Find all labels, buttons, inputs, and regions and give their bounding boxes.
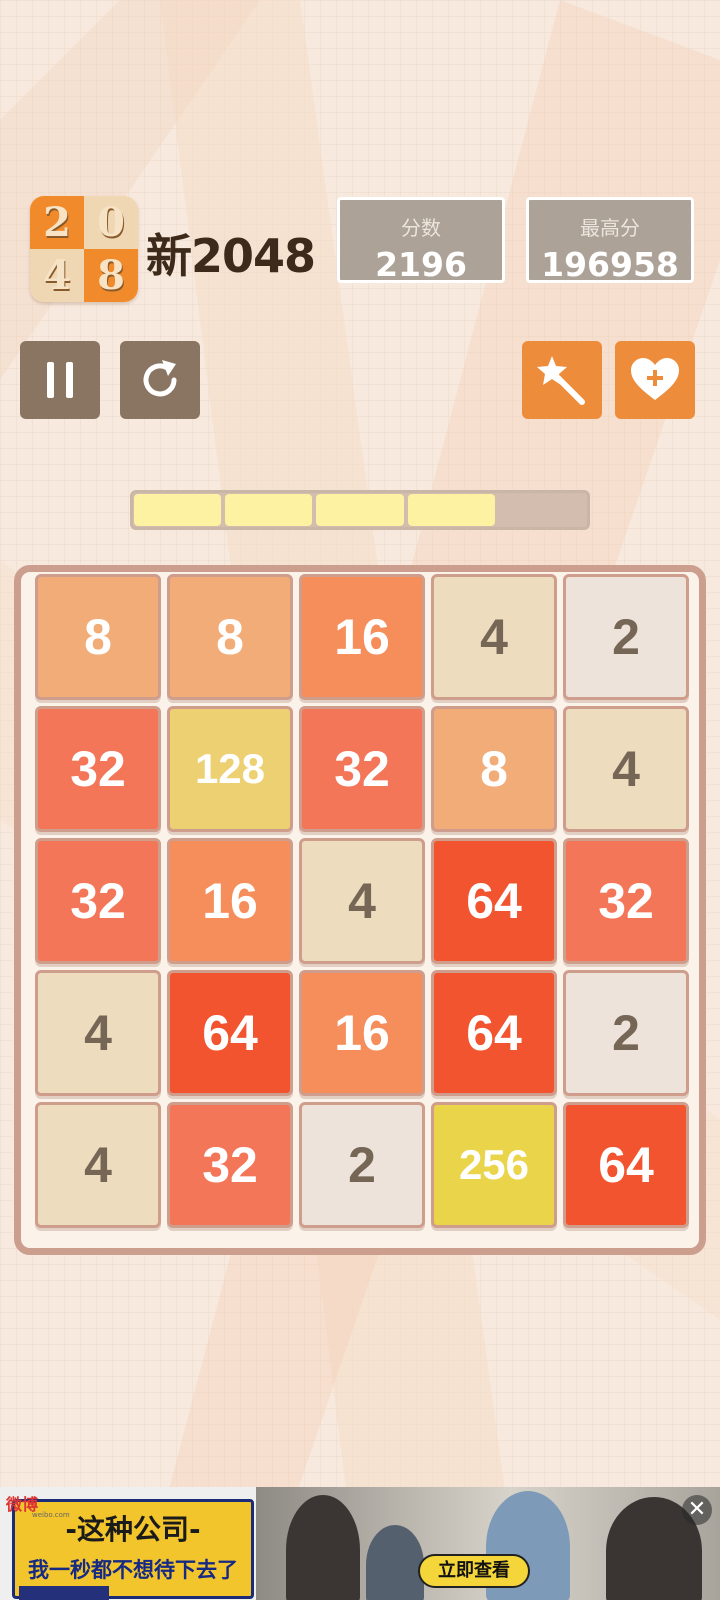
board-tile: 64 (431, 970, 557, 1096)
logo-digit: 2 (30, 196, 84, 249)
ad-person (286, 1495, 360, 1600)
ad-person (366, 1525, 424, 1600)
board-tile: 2 (563, 574, 689, 700)
board-tile: 64 (167, 970, 293, 1096)
restart-button[interactable] (120, 341, 200, 419)
heart-plus-icon (631, 358, 679, 400)
app-logo: 2 0 4 8 (30, 196, 138, 302)
logo-digit: 0 (84, 196, 138, 249)
board-tile: 256 (431, 1102, 557, 1228)
best-score-value: 196958 (541, 245, 679, 284)
board-tile: 32 (35, 838, 161, 964)
level-progress-bar (130, 490, 590, 530)
board-tile: 8 (431, 706, 557, 832)
board-tile: 16 (167, 838, 293, 964)
ad-left-panel: -这种公司- 我一秒都不想待下去了 微博 weibo.com (0, 1487, 256, 1600)
board-tile: 32 (563, 838, 689, 964)
board-tile: 64 (563, 1102, 689, 1228)
board-tile: 64 (431, 838, 557, 964)
board-tile: 8 (167, 574, 293, 700)
progress-segment (407, 494, 495, 526)
best-score-box: 最高分 196958 (526, 197, 694, 284)
game-board[interactable]: 8 8 16 4 2 32 128 32 8 4 32 16 4 64 32 4 64 16 64 2 4 32 2 256 6… (14, 565, 706, 1255)
logo-digit: 4 (30, 249, 84, 302)
pause-icon (47, 362, 73, 398)
board-tile: 32 (35, 706, 161, 832)
magic-wand-icon (537, 356, 585, 405)
ad-cta-button[interactable]: 立即查看 (418, 1554, 530, 1588)
board-tile: 8 (35, 574, 161, 700)
progress-segment (499, 494, 586, 526)
heart-plus-button[interactable] (615, 341, 695, 419)
weibo-domain: weibo.com (32, 1511, 70, 1519)
current-score-value: 2196 (375, 245, 467, 284)
progress-segment (134, 494, 222, 526)
ad-subline: 我一秒都不想待下去了 (28, 1558, 238, 1582)
board-tile: 32 (299, 706, 425, 832)
board-tile: 32 (167, 1102, 293, 1228)
ad-banner[interactable]: -这种公司- 我一秒都不想待下去了 微博 weibo.com 立即查看 (0, 1487, 720, 1600)
board-tile: 4 (35, 1102, 161, 1228)
ad-close-button[interactable]: ✕ (682, 1495, 712, 1525)
app-title: 新2048 (146, 229, 316, 283)
progress-segment (316, 494, 404, 526)
restart-icon (143, 360, 177, 397)
board-tile: 2 (563, 970, 689, 1096)
ad-tag-strip (19, 1586, 109, 1600)
board-tile: 16 (299, 574, 425, 700)
board-tile: 4 (431, 574, 557, 700)
board-tile: 128 (167, 706, 293, 832)
logo-digit: 8 (84, 249, 138, 302)
best-score-label: 最高分 (580, 216, 640, 240)
board-tile: 4 (563, 706, 689, 832)
board-tile: 2 (299, 1102, 425, 1228)
board-tile: 4 (35, 970, 161, 1096)
pause-button[interactable] (20, 341, 100, 419)
magic-wand-button[interactable] (522, 341, 602, 419)
board-tile: 4 (299, 838, 425, 964)
current-score-label: 分数 (401, 216, 441, 240)
board-tile: 16 (299, 970, 425, 1096)
current-score-box: 分数 2196 (337, 197, 505, 284)
progress-segment (225, 494, 313, 526)
